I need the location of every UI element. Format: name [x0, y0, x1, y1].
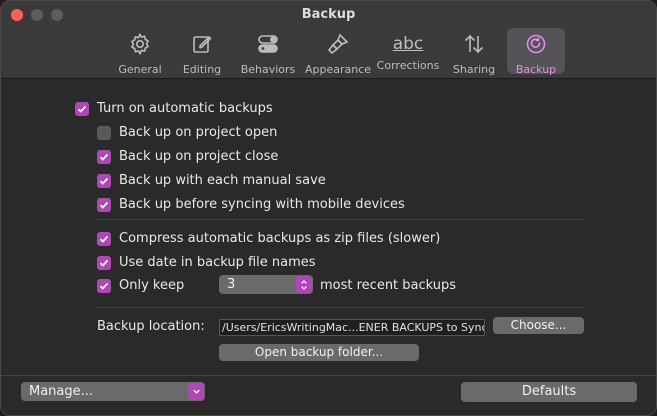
edit-icon: [190, 32, 214, 60]
zip-checkbox[interactable]: [97, 231, 111, 246]
tab-label: Appearance: [304, 63, 372, 76]
divider: [97, 307, 585, 308]
divider: [97, 219, 585, 220]
tab-backup[interactable]: Backup: [507, 28, 565, 76]
option-label: Turn on automatic backups: [97, 101, 273, 116]
before-sync-checkbox[interactable]: [97, 197, 111, 212]
backup-location-label: Backup location:: [97, 319, 205, 334]
option-label: Use date in backup file names: [119, 255, 316, 270]
tab-label: Corrections: [376, 59, 440, 72]
option-label: Back up on project open: [119, 125, 278, 140]
checkmark-icon: [99, 177, 109, 185]
tab-behaviors[interactable]: Behaviors: [235, 28, 301, 76]
backup-count-select[interactable]: 3: [219, 275, 313, 294]
only-keep-option[interactable]: Only keep: [97, 278, 184, 293]
preferences-window: Backup General Editing Behaviors Appeara…: [0, 0, 657, 416]
checkmark-icon: [99, 282, 109, 290]
on-save-checkbox[interactable]: [97, 173, 111, 188]
backup-icon: [524, 32, 548, 60]
on-close-checkbox[interactable]: [97, 149, 111, 164]
manage-popup[interactable]: Manage...: [21, 382, 205, 401]
brush-icon: [326, 32, 350, 60]
checkmark-icon: [99, 235, 109, 243]
only-keep-suffix: most recent backups: [320, 278, 457, 293]
tab-appearance[interactable]: Appearance: [304, 28, 372, 76]
option-label: Compress automatic backups as zip files …: [119, 231, 441, 246]
chevron-down-icon: [188, 383, 204, 400]
abc-icon: abc: [392, 34, 424, 54]
choose-location-button[interactable]: Choose...: [493, 317, 584, 334]
titlebar: Backup General Editing Behaviors Appeara…: [1, 1, 656, 79]
toggles-icon: [256, 32, 280, 60]
backup-settings-panel: Turn on automatic backups Back up on pro…: [1, 79, 656, 375]
footer-bar: Manage... Defaults: [1, 375, 656, 415]
before-sync-option[interactable]: Back up before syncing with mobile devic…: [97, 197, 405, 212]
open-backup-folder-button[interactable]: Open backup folder...: [219, 344, 419, 361]
auto-backups-option[interactable]: Turn on automatic backups: [75, 101, 273, 116]
tab-label: Editing: [182, 63, 222, 76]
zip-option[interactable]: Compress automatic backups as zip files …: [97, 231, 440, 246]
checkmark-icon: [99, 201, 109, 209]
tab-label: General: [118, 63, 162, 76]
option-label: Back up before syncing with mobile devic…: [119, 197, 405, 212]
only-keep-checkbox[interactable]: [97, 278, 111, 293]
tab-general[interactable]: General: [111, 28, 169, 76]
checkmark-icon: [99, 259, 109, 267]
checkmark-icon: [99, 153, 109, 161]
gear-icon: [128, 32, 152, 60]
tab-corrections[interactable]: abc Corrections: [375, 28, 441, 74]
date-names-checkbox[interactable]: [97, 255, 111, 270]
tab-label: Behaviors: [240, 63, 296, 76]
on-close-option[interactable]: Back up on project close: [97, 149, 278, 164]
option-label: Back up on project close: [119, 149, 279, 164]
defaults-button[interactable]: Defaults: [461, 382, 637, 402]
tab-sharing[interactable]: Sharing: [445, 28, 503, 76]
tab-label: Sharing: [452, 63, 496, 76]
backup-count-value: 3: [227, 277, 236, 292]
arrows-updown-icon: [462, 32, 486, 60]
date-names-option[interactable]: Use date in backup file names: [97, 255, 316, 270]
preferences-toolbar: General Editing Behaviors Appearance abc…: [111, 28, 569, 76]
auto-backups-checkbox[interactable]: [75, 101, 89, 116]
tab-label: Backup: [515, 63, 557, 76]
tab-editing[interactable]: Editing: [173, 28, 231, 76]
option-label: Back up with each manual save: [119, 173, 326, 188]
backup-location-path: /Users/EricsWritingMac...ENER BACKUPS to…: [219, 319, 485, 336]
on-open-option[interactable]: Back up on project open: [97, 125, 277, 140]
window-title: Backup: [301, 7, 356, 22]
manage-label: Manage...: [29, 384, 94, 399]
on-save-option[interactable]: Back up with each manual save: [97, 173, 326, 188]
checkmark-icon: [77, 105, 87, 113]
updown-chevron-icon: [296, 276, 312, 293]
option-label: Only keep: [119, 278, 185, 293]
on-open-checkbox[interactable]: [97, 125, 111, 140]
